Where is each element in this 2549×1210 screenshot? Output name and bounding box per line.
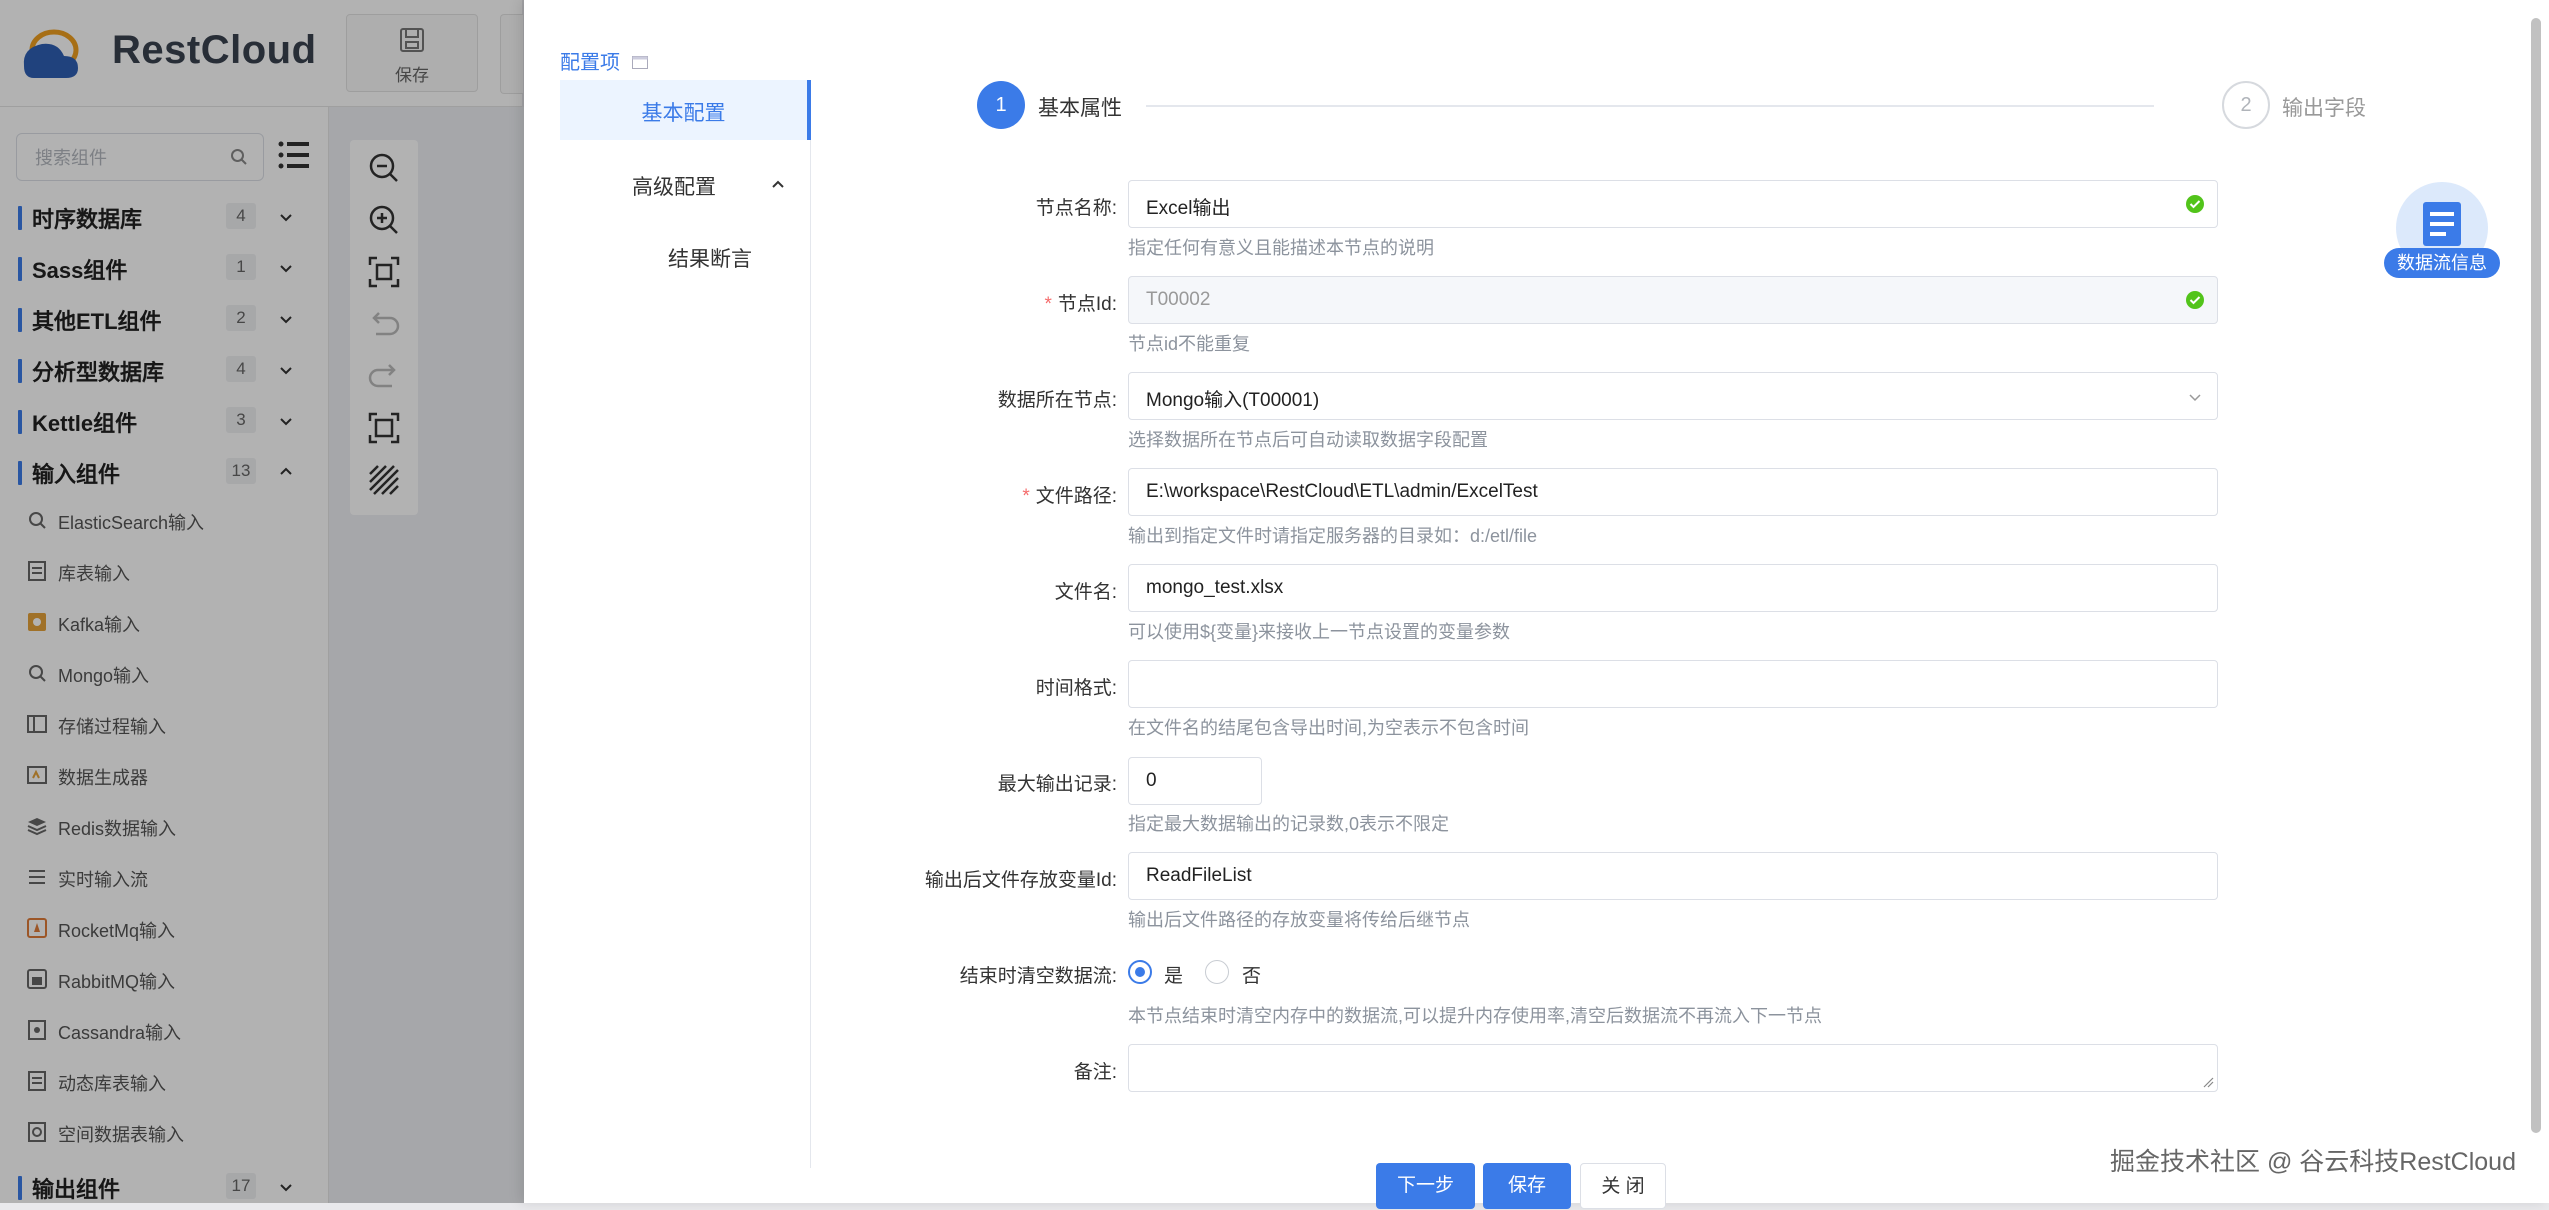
data-node-label: 数据所在节点: — [997, 390, 1117, 411]
var-id-value: ReadFileList — [1146, 865, 1252, 886]
resize-handle-icon[interactable] — [2202, 1076, 2214, 1088]
node-name-value: Excel输出 — [1146, 198, 1231, 219]
node-id-value: T00002 — [1146, 289, 1211, 310]
node-name-label: 节点名称: — [1035, 198, 1117, 219]
node-id-hint: 节点id不能重复 — [1128, 334, 1251, 354]
menu-advanced-config[interactable]: 高级配置 — [560, 154, 810, 214]
radio-yes[interactable] — [1128, 960, 1152, 984]
watermark: 掘金技术社区 @ 谷云科技RestCloud — [2110, 1148, 2516, 1176]
file-path-hint: 输出到指定文件时请指定服务器的目录如：d:/etl/file — [1128, 526, 1538, 546]
menu-advanced-label: 高级配置 — [632, 176, 716, 199]
node-id-field[interactable]: T00002 — [1128, 276, 2218, 324]
data-node-value: Mongo输入(T00001) — [1146, 390, 1320, 411]
menu-result-assertion[interactable]: 结果断言 — [560, 226, 810, 286]
save-button[interactable]: 保存 — [1483, 1163, 1571, 1209]
radio-no-label[interactable]: 否 — [1242, 961, 1261, 988]
file-name-value: mongo_test.xlsx — [1146, 577, 1284, 598]
file-name-field[interactable]: mongo_test.xlsx — [1128, 564, 2218, 612]
var-id-hint: 输出后文件路径的存放变量将传给后继节点 — [1128, 910, 1470, 930]
time-format-label: 时间格式: — [1035, 678, 1117, 699]
var-id-field[interactable]: ReadFileList — [1128, 852, 2218, 900]
scrollbar[interactable] — [2531, 18, 2541, 1133]
file-path-field[interactable]: E:\workspace\RestCloud\ETL\admin/ExcelTe… — [1128, 468, 2218, 516]
time-format-hint: 在文件名的结尾包含导出时间,为空表示不包含时间 — [1128, 718, 1529, 738]
radio-no[interactable] — [1205, 960, 1229, 984]
data-node-hint: 选择数据所在节点后可自动读取数据字段配置 — [1128, 430, 1488, 450]
max-records-value: 0 — [1146, 770, 1157, 791]
data-flow-info-button[interactable]: 数据流信息 — [2384, 182, 2500, 282]
node-name-field[interactable]: Excel输出 — [1128, 180, 2218, 228]
menu-basic-config[interactable]: 基本配置 — [560, 80, 811, 140]
document-list-icon — [2423, 202, 2461, 246]
radio-yes-label[interactable]: 是 — [1164, 961, 1183, 988]
remark-textarea[interactable] — [1128, 1044, 2218, 1092]
step-2-label[interactable]: 输出字段 — [2282, 92, 2366, 122]
file-name-label: 文件名: — [1054, 582, 1117, 603]
step-2-indicator[interactable]: 2 — [2222, 81, 2270, 129]
file-name-hint: 可以使用${变量}来接收上一节点设置的变量参数 — [1128, 622, 1511, 642]
step-1-label[interactable]: 基本属性 — [1038, 92, 1122, 122]
file-path-label: * 文件路径: — [1022, 486, 1117, 507]
menu-result-label: 结果断言 — [668, 248, 752, 271]
next-step-button[interactable]: 下一步 — [1376, 1163, 1475, 1209]
close-button[interactable]: 关 闭 — [1580, 1163, 1666, 1209]
remark-label: 备注: — [1073, 1062, 1117, 1083]
node-name-hint: 指定任何有意义且能描述本节点的说明 — [1128, 238, 1434, 258]
modal-overlay[interactable] — [0, 0, 524, 1203]
clear-stream-label: 结束时清空数据流: — [959, 966, 1117, 987]
file-path-value: E:\workspace\RestCloud\ETL\admin/ExcelTe… — [1146, 481, 1538, 502]
max-records-hint: 指定最大数据输出的记录数,0表示不限定 — [1128, 814, 1450, 834]
flow-info-label: 数据流信息 — [2384, 248, 2500, 278]
clear-stream-hint: 本节点结束时清空内存中的数据流,可以提升内存使用率,清空后数据流不再流入下一节点 — [1128, 1006, 1822, 1026]
check-circle-icon — [2186, 195, 2204, 213]
check-circle-icon — [2186, 291, 2204, 309]
var-id-label: 输出后文件存放变量Id: — [924, 870, 1117, 891]
chevron-up-icon — [772, 180, 784, 188]
chevron-down-icon — [2189, 394, 2201, 402]
menu-divider — [810, 80, 811, 1168]
time-format-field[interactable] — [1128, 660, 2218, 708]
max-records-field[interactable]: 0 — [1128, 757, 1262, 805]
menu-basic-label: 基本配置 — [641, 102, 726, 125]
collapse-panel-icon[interactable] — [632, 56, 648, 69]
config-title: 配置项 — [560, 52, 620, 74]
node-id-label: * 节点Id: — [1044, 294, 1117, 315]
step-connector — [1146, 105, 2154, 107]
step-1-indicator[interactable]: 1 — [977, 81, 1025, 129]
max-records-label: 最大输出记录: — [997, 774, 1117, 795]
data-node-select[interactable]: Mongo输入(T00001) — [1128, 372, 2218, 420]
